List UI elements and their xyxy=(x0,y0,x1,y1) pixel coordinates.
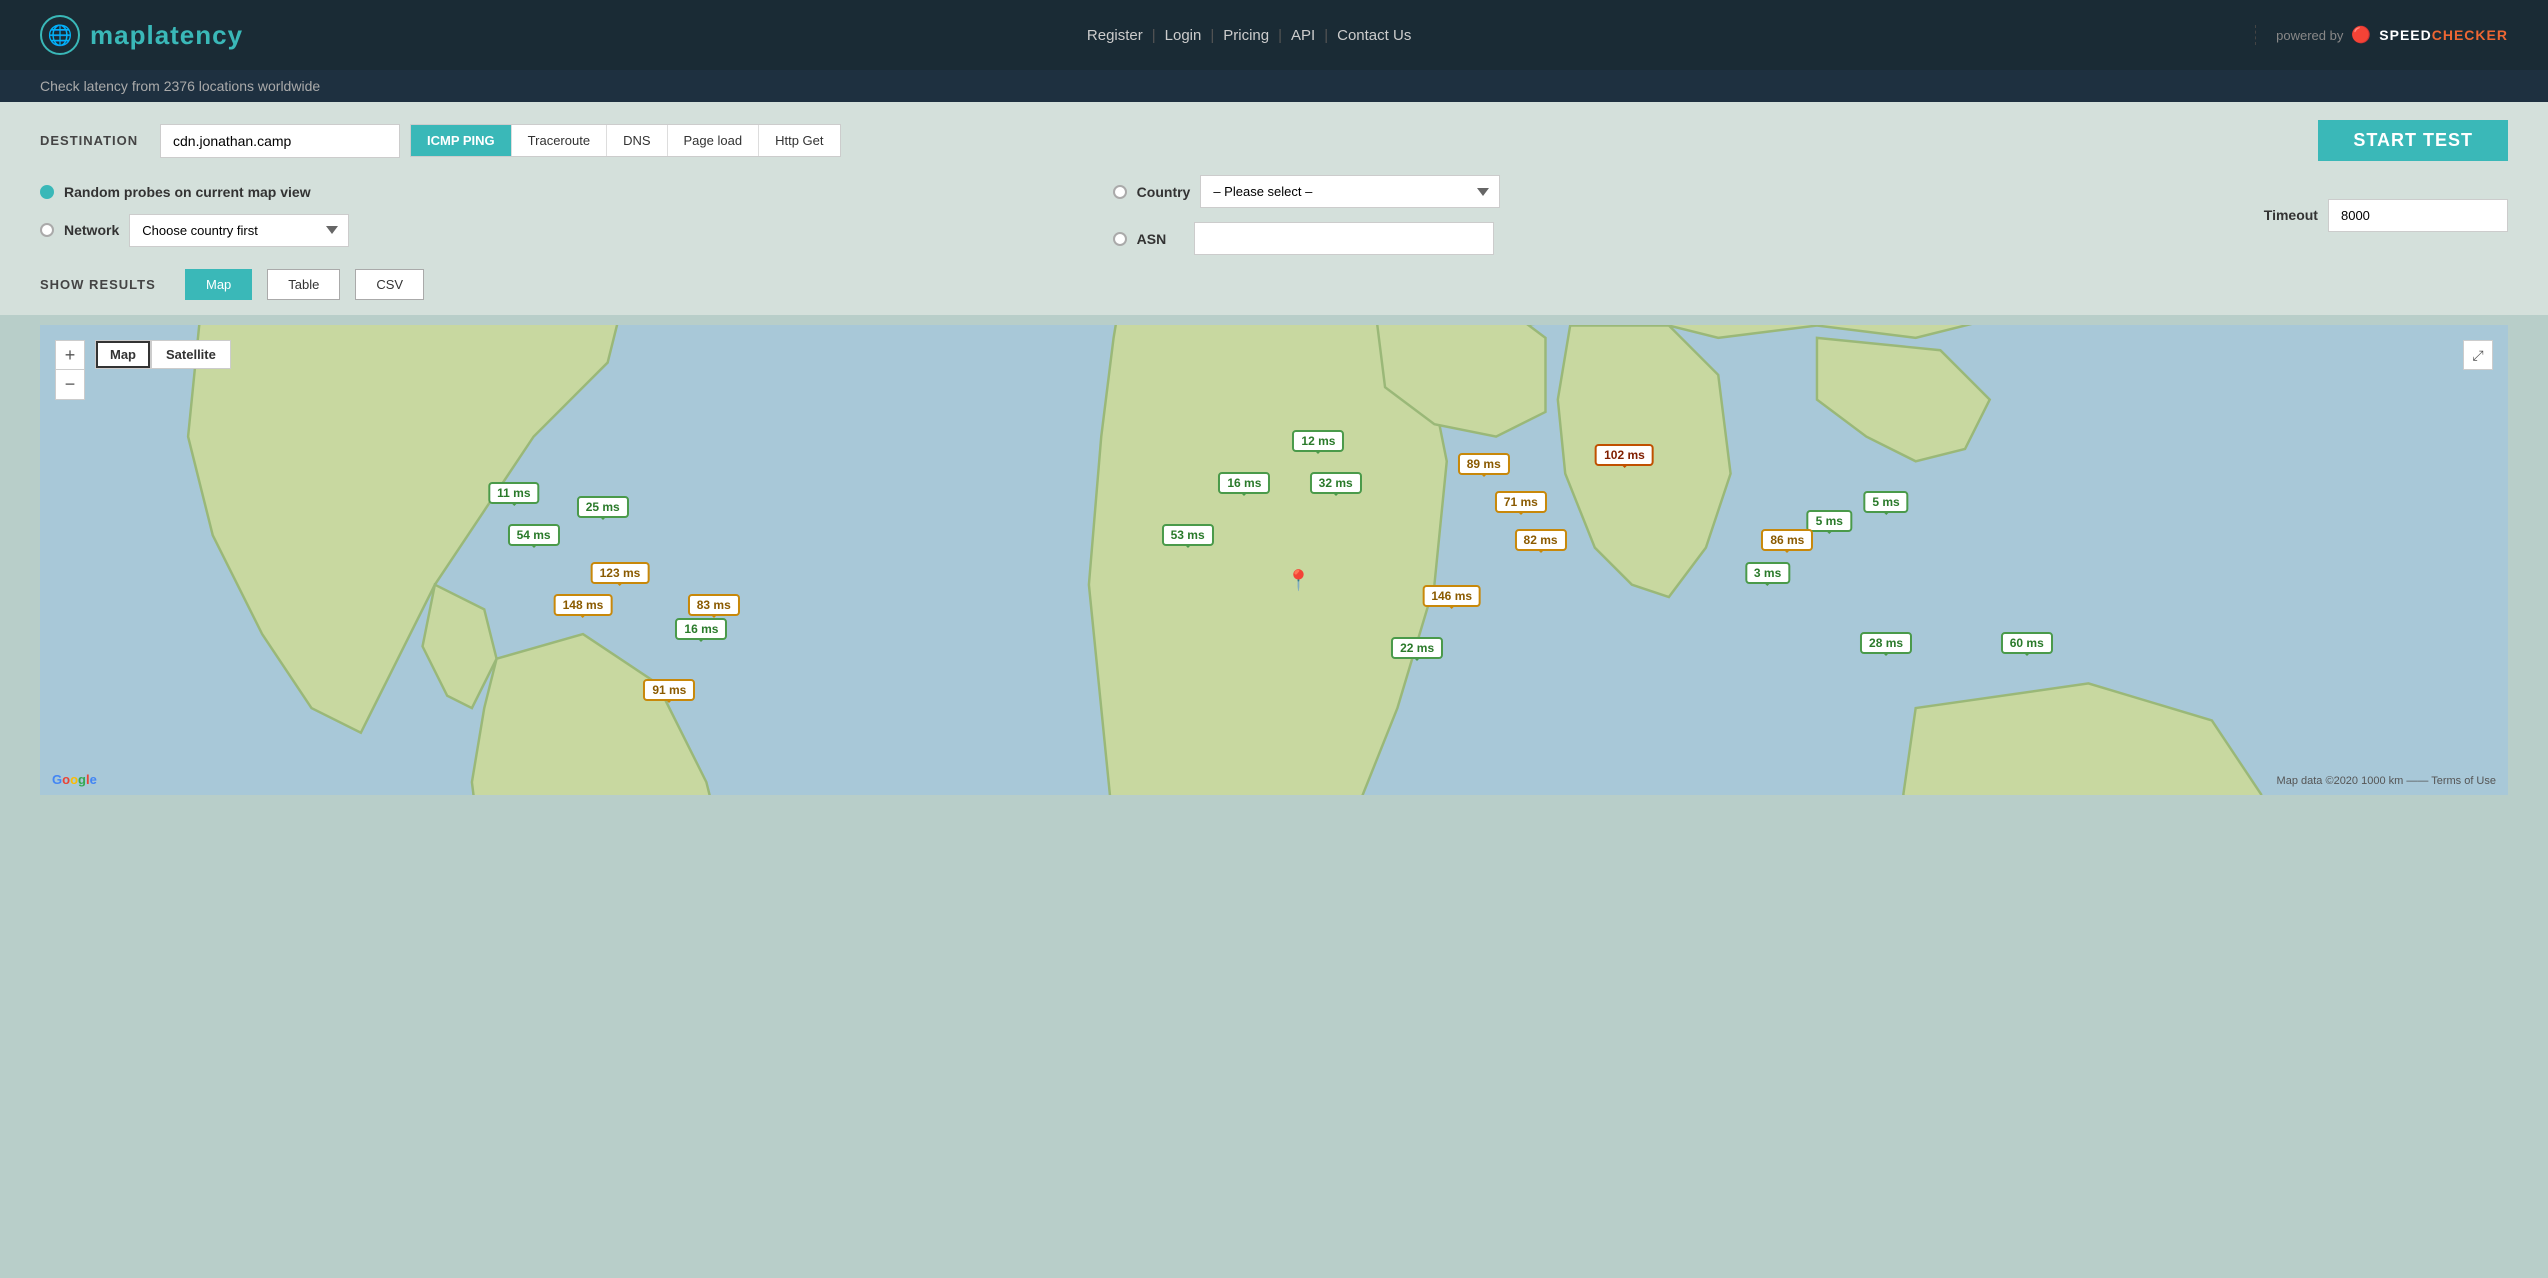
random-probes-option: Random probes on current map view xyxy=(40,184,349,200)
network-radio[interactable] xyxy=(40,223,54,237)
start-test-button[interactable]: START TEST xyxy=(2318,120,2508,161)
map-zoom-controls: + − xyxy=(55,340,85,400)
nav-pricing[interactable]: Pricing xyxy=(1223,27,1269,44)
latency-pin-p2: 25 ms xyxy=(577,496,629,518)
latency-pin-p22: 3 ms xyxy=(1745,562,1790,584)
latency-pin-p10: 16 ms xyxy=(1218,472,1270,494)
logo-text: maplatency xyxy=(90,20,243,51)
asn-option: ASN xyxy=(1113,222,1501,255)
latency-pin-p15: 71 ms xyxy=(1495,491,1547,513)
zoom-in-button[interactable]: + xyxy=(55,340,85,370)
result-tab-table[interactable]: Table xyxy=(267,269,340,300)
asn-radio[interactable] xyxy=(1113,232,1127,246)
network-option: Network Choose country first xyxy=(40,214,349,247)
tagline: Check latency from 2376 locations worldw… xyxy=(40,78,320,94)
logo-globe-icon: 🌐 xyxy=(40,15,80,55)
latency-pin-p20: 5 ms xyxy=(1807,510,1852,532)
random-probes-radio[interactable] xyxy=(40,185,54,199)
protocol-tabs: ICMP PING Traceroute DNS Page load Http … xyxy=(410,124,841,157)
latency-pin-p18: 22 ms xyxy=(1391,637,1443,659)
logo-area: 🌐 maplatency xyxy=(40,15,243,55)
country-option: Country – Please select – xyxy=(1113,175,1501,208)
map-fullscreen-button[interactable]: ⤢ xyxy=(2463,340,2493,370)
tab-dns[interactable]: DNS xyxy=(607,125,667,156)
nav-contact[interactable]: Contact Us xyxy=(1337,27,1411,44)
latency-pin-p12: 53 ms xyxy=(1162,524,1214,546)
nav: Register | Login | Pricing | API | Conta… xyxy=(1087,27,1411,44)
latency-pin-p14: 102 ms xyxy=(1595,444,1654,466)
tab-http-get[interactable]: Http Get xyxy=(759,125,839,156)
map-container: + − Map Satellite ⤢ 📍 11 ms 25 ms 54 ms 123… xyxy=(40,325,2508,795)
latency-pin-p16: 82 ms xyxy=(1515,529,1567,551)
tab-icmp-ping[interactable]: ICMP PING xyxy=(411,125,512,156)
country-select[interactable]: – Please select – xyxy=(1200,175,1500,208)
tab-traceroute[interactable]: Traceroute xyxy=(512,125,607,156)
controls-row1: DESTINATION ICMP PING Traceroute DNS Pag… xyxy=(40,120,2508,161)
network-label: Network xyxy=(64,222,119,238)
timeout-input[interactable] xyxy=(2328,199,2508,232)
header: 🌐 maplatency Register | Login | Pricing … xyxy=(0,0,2548,70)
map-svg xyxy=(40,325,2508,795)
map-view-toggle: Map Satellite xyxy=(95,340,231,369)
destination-input[interactable] xyxy=(160,124,400,158)
country-label: Country xyxy=(1137,184,1191,200)
latency-pin-p24: 60 ms xyxy=(2001,632,2053,654)
latency-pin-p17: 146 ms xyxy=(1422,585,1481,607)
controls-panel: DESTINATION ICMP PING Traceroute DNS Pag… xyxy=(0,102,2548,315)
latency-pin-p4: 123 ms xyxy=(591,562,650,584)
nav-login[interactable]: Login xyxy=(1165,27,1202,44)
latency-pin-p9: 12 ms xyxy=(1292,430,1344,452)
timeout-area: Timeout xyxy=(2264,199,2508,232)
subheader: Check latency from 2376 locations worldw… xyxy=(0,70,2548,102)
latency-pin-p13: 89 ms xyxy=(1458,453,1510,475)
latency-pin-p5: 148 ms xyxy=(554,594,613,616)
nav-api[interactable]: API xyxy=(1291,27,1315,44)
nav-register[interactable]: Register xyxy=(1087,27,1143,44)
asn-input[interactable] xyxy=(1194,222,1494,255)
result-tab-csv[interactable]: CSV xyxy=(355,269,424,300)
controls-row3: SHOW RESULTS Map Table CSV xyxy=(40,269,2508,300)
latency-pin-p3: 54 ms xyxy=(508,524,560,546)
google-logo: Google xyxy=(52,772,97,787)
zoom-out-button[interactable]: − xyxy=(55,370,85,400)
result-tab-map[interactable]: Map xyxy=(185,269,252,300)
map-view-satellite-button[interactable]: Satellite xyxy=(151,340,231,369)
map-inner[interactable]: + − Map Satellite ⤢ 📍 11 ms 25 ms 54 ms 123… xyxy=(40,325,2508,795)
latency-pin-p21: 86 ms xyxy=(1761,529,1813,551)
powered-by: powered by 🔴 SPEEDCHECKER xyxy=(2255,25,2508,45)
network-select[interactable]: Choose country first xyxy=(129,214,349,247)
latency-pin-p1: 11 ms xyxy=(488,482,539,504)
asn-label: ASN xyxy=(1137,231,1167,247)
latency-pin-p8: 91 ms xyxy=(643,679,695,701)
controls-row2: Random probes on current map view Networ… xyxy=(40,175,2508,255)
latency-pin-p19: 5 ms xyxy=(1863,491,1908,513)
random-probes-label: Random probes on current map view xyxy=(64,184,311,200)
show-results-label: SHOW RESULTS xyxy=(40,277,170,292)
country-radio[interactable] xyxy=(1113,185,1127,199)
latency-pin-p6: 83 ms xyxy=(688,594,740,616)
map-footer-text: Map data ©2020 1000 km —— Terms of Use xyxy=(2277,775,2496,787)
timeout-label: Timeout xyxy=(2264,207,2318,223)
tab-page-load[interactable]: Page load xyxy=(668,125,760,156)
latency-pin-p23: 28 ms xyxy=(1860,632,1912,654)
destination-pin: 📍 xyxy=(1286,568,1311,593)
latency-pin-p7: 16 ms xyxy=(675,618,727,640)
map-view-map-button[interactable]: Map xyxy=(95,340,151,369)
speedchecker-logo: SPEEDCHECKER xyxy=(2379,27,2508,43)
latency-pin-p11: 32 ms xyxy=(1310,472,1362,494)
destination-label: DESTINATION xyxy=(40,133,150,148)
